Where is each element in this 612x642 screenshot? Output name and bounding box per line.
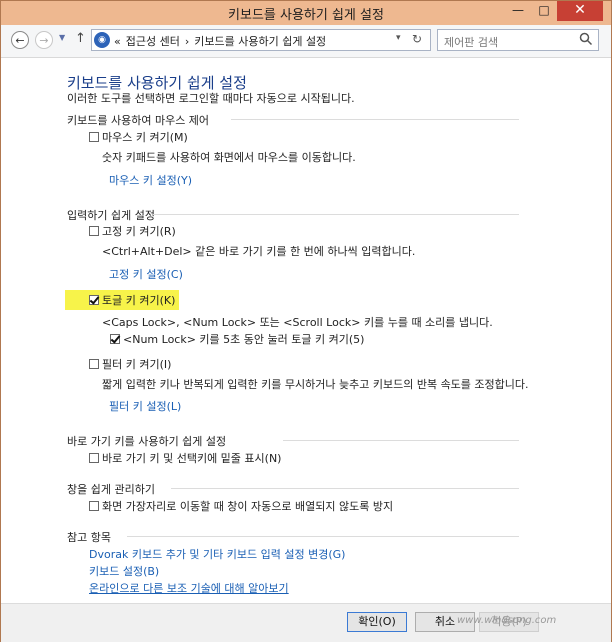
section-divider [171, 488, 519, 489]
online-assistive-tech-link[interactable]: 온라인으로 다른 보조 기술에 대해 알아보기 [89, 580, 289, 596]
control-panel-icon: ◉ [94, 32, 110, 48]
section-related-header: 참고 항목 [67, 531, 111, 544]
section-mouse-header: 키보드를 사용하여 마우스 제어 [67, 114, 210, 127]
address-bar[interactable]: ◉ « 접근성 센터 › 키보드를 사용하기 쉽게 설정 ▾ ↻ [91, 29, 431, 51]
navigation-bar: ← → ▼ ↑ ◉ « 접근성 센터 › 키보드를 사용하기 쉽게 설정 ▾ ↻ 제어… [1, 25, 611, 58]
toggle-keys-numlock-label[interactable]: <Num Lock> 키를 5초 동안 눌러 토글 키 켜기(5) [123, 331, 364, 347]
breadcrumb-ease-of-access[interactable]: 접근성 센터 [126, 35, 180, 48]
title-bar: 키보드를 사용하기 쉽게 설정 — □ ✕ [1, 1, 611, 25]
breadcrumb-separator[interactable]: › [185, 35, 189, 48]
mouse-keys-settings-link[interactable]: 마우스 키 설정(Y) [109, 172, 192, 188]
address-prefix[interactable]: « [114, 35, 121, 48]
underline-shortcuts-checkbox[interactable] [89, 453, 99, 463]
refresh-icon[interactable]: ↻ [412, 32, 422, 46]
filter-keys-label[interactable]: 필터 키 켜기(I) [102, 356, 171, 372]
keyboard-settings-link[interactable]: 키보드 설정(B) [89, 563, 159, 579]
toggle-keys-description: <Caps Lock>, <Num Lock> 또는 <Scroll Lock>… [102, 316, 493, 329]
forward-button[interactable]: → [35, 31, 53, 49]
mouse-keys-checkbox[interactable] [89, 132, 99, 142]
page-description: 이러한 도구를 선택하면 로그인할 때마다 자동으로 시작됩니다. [67, 92, 355, 105]
section-windows-header: 창을 쉽게 관리하기 [67, 483, 155, 496]
sticky-keys-settings-link[interactable]: 고정 키 설정(C) [109, 266, 183, 282]
section-shortcuts-header: 바로 가기 키를 사용하기 쉽게 설정 [67, 435, 227, 448]
ok-button[interactable]: 확인(O) [347, 612, 407, 632]
search-icon[interactable] [579, 32, 593, 46]
mouse-keys-description: 숫자 키패드를 사용하여 화면에서 마우스를 이동합니다. [102, 151, 356, 164]
breadcrumb-current[interactable]: 키보드를 사용하기 쉽게 설정 [194, 35, 326, 48]
prevent-snap-checkbox[interactable] [89, 501, 99, 511]
settings-content: 키보드를 사용하기 쉽게 설정 이러한 도구를 선택하면 로그인할 때마다 자동… [1, 58, 611, 603]
search-input[interactable]: 제어판 검색 [437, 29, 599, 51]
filter-keys-settings-link[interactable]: 필터 키 설정(L) [109, 398, 181, 414]
sticky-keys-label[interactable]: 고정 키 켜기(R) [102, 223, 176, 239]
section-divider [127, 536, 519, 537]
section-typing-header: 입력하기 쉽게 설정 [67, 209, 155, 222]
recent-locations-dropdown[interactable]: ▼ [59, 33, 65, 42]
section-divider [153, 214, 519, 215]
watermark: www.windsong.com [457, 615, 557, 626]
sticky-keys-checkbox[interactable] [89, 226, 99, 236]
section-divider [283, 440, 519, 441]
control-panel-window: 키보드를 사용하기 쉽게 설정 — □ ✕ ← → ▼ ↑ ◉ « 접근성 센터 ›… [0, 0, 612, 642]
prevent-snap-label[interactable]: 화면 가장자리로 이동할 때 창이 자동으로 배열되지 않도록 방지 [102, 498, 393, 514]
underline-shortcuts-label[interactable]: 바로 가기 키 및 선택키에 밑줄 표시(N) [102, 450, 281, 466]
toggle-keys-numlock-checkbox[interactable] [110, 334, 120, 344]
address-dropdown-icon[interactable]: ▾ [396, 33, 401, 43]
mouse-keys-label[interactable]: 마우스 키 켜기(M) [102, 129, 188, 145]
toggle-keys-label[interactable]: 토글 키 켜기(K) [102, 292, 175, 308]
close-button[interactable]: ✕ [557, 1, 603, 21]
toggle-keys-checkbox[interactable] [89, 295, 99, 305]
search-placeholder: 제어판 검색 [444, 36, 499, 49]
up-button[interactable]: ↑ [75, 31, 86, 46]
minimize-button[interactable]: — [505, 1, 531, 21]
sticky-keys-description: <Ctrl+Alt+Del> 같은 바로 가기 키를 한 번에 하나씩 입력합니… [102, 245, 416, 258]
section-divider [231, 119, 519, 120]
back-button[interactable]: ← [11, 31, 29, 49]
filter-keys-checkbox[interactable] [89, 359, 99, 369]
dvorak-keyboard-link[interactable]: Dvorak 키보드 추가 및 기타 키보드 입력 설정 변경(G) [89, 546, 345, 562]
filter-keys-description: 짧게 입력한 키나 반복되게 입력한 키를 무시하거나 늦추고 키보드의 반복 … [102, 378, 529, 391]
breadcrumb: « 접근성 센터 › 키보드를 사용하기 쉽게 설정 [114, 33, 331, 49]
maximize-button[interactable]: □ [531, 1, 557, 21]
